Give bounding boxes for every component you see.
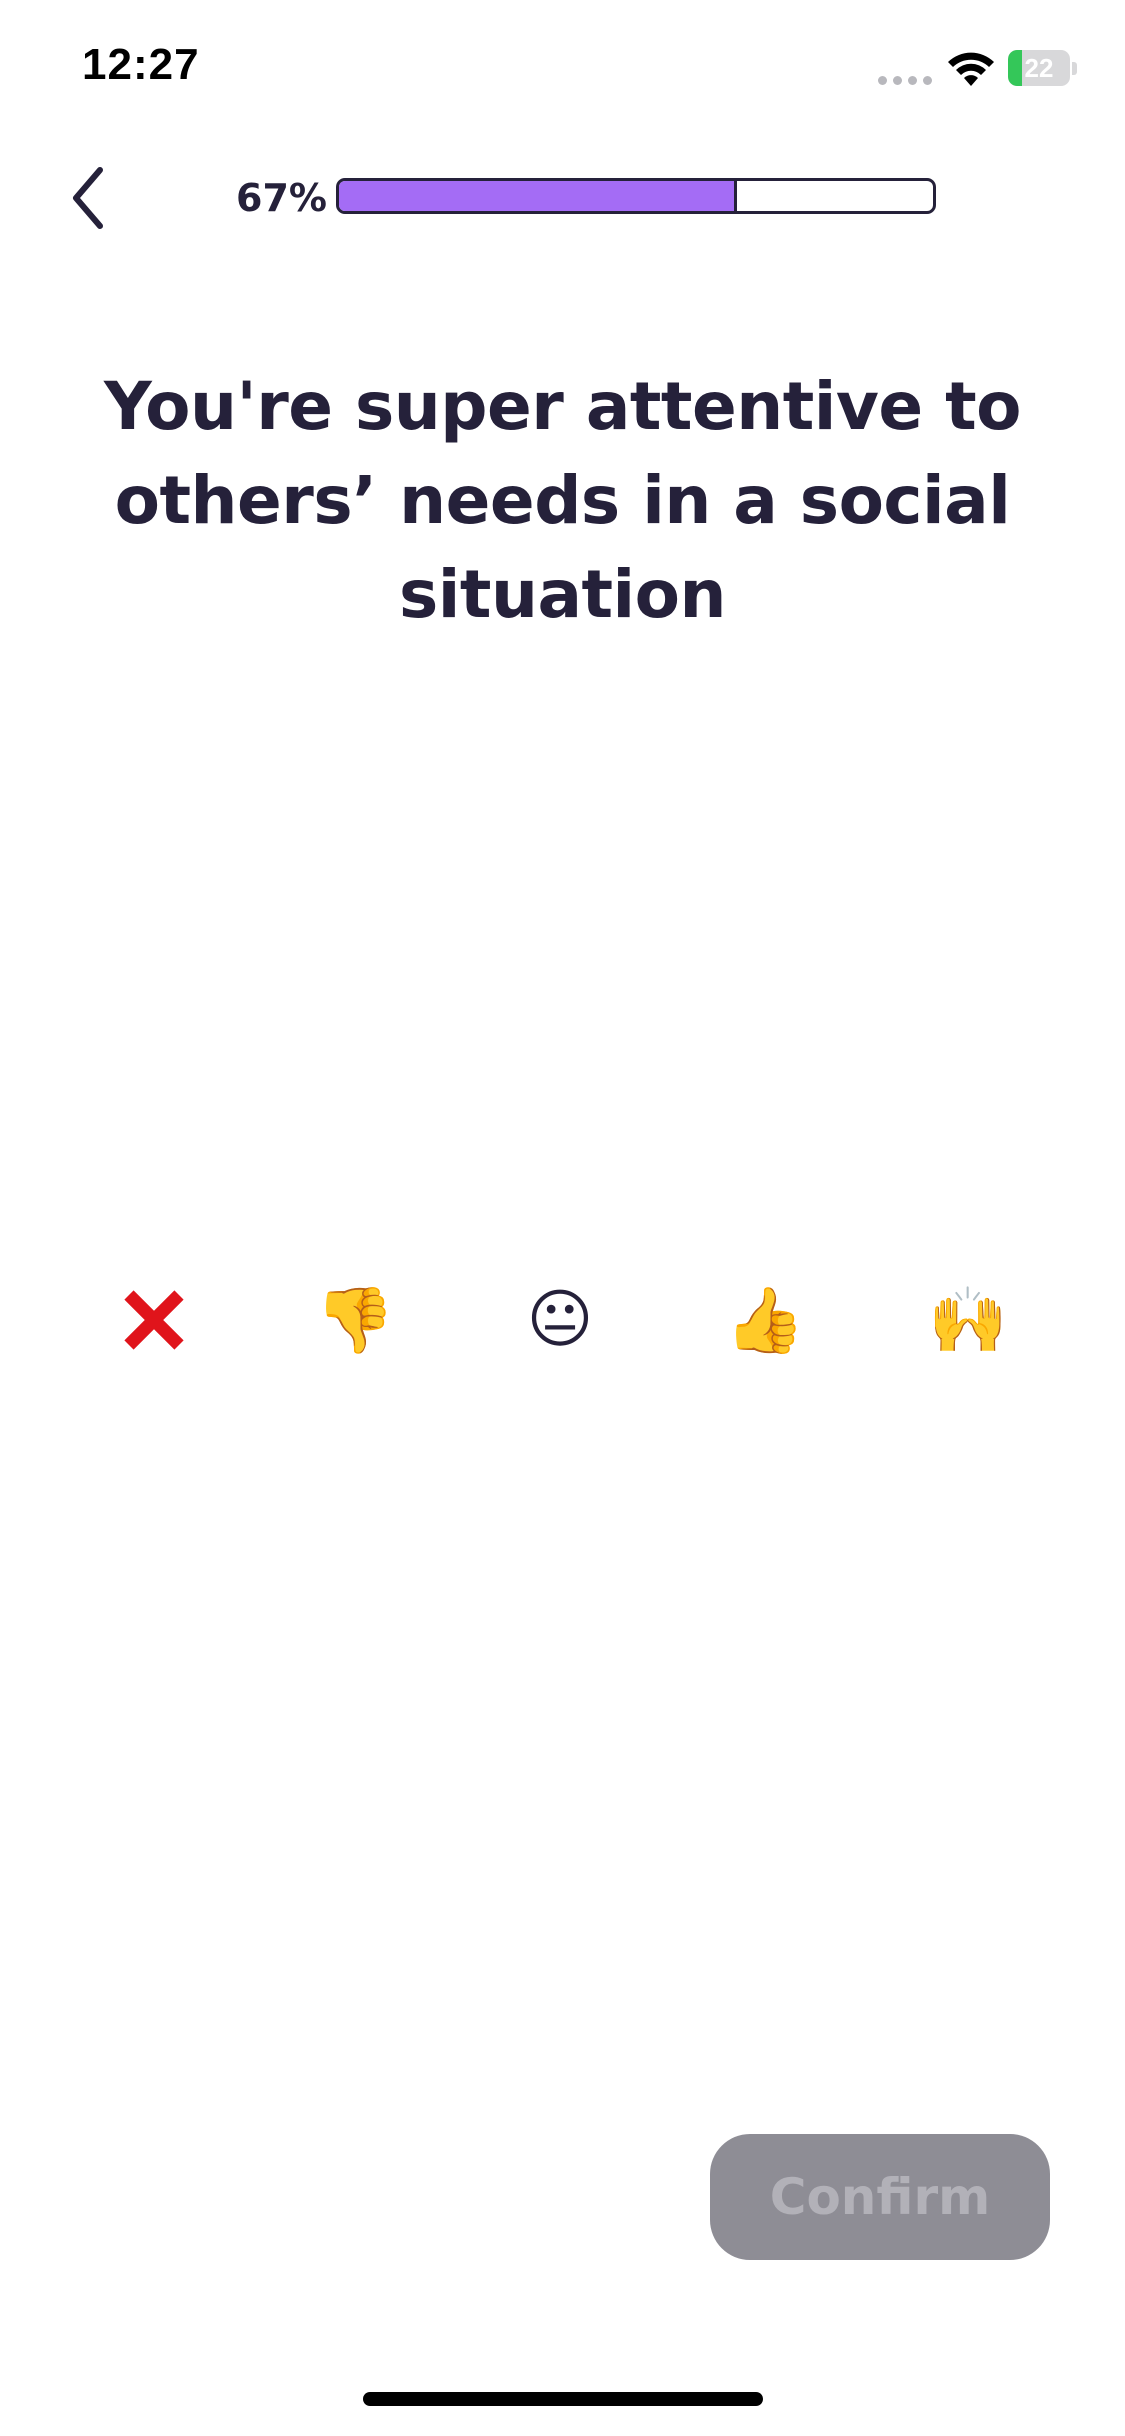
option-agree[interactable]: 👍: [715, 1270, 815, 1370]
cellular-signal-icon: [878, 76, 932, 85]
progress-bar: [336, 178, 936, 214]
battery-icon: 22: [1008, 50, 1078, 88]
thumbs-up-icon: 👍: [725, 1283, 805, 1358]
confirm-button[interactable]: Confirm: [710, 2134, 1050, 2260]
neutral-face-icon: 😐: [526, 1283, 594, 1357]
option-disagree[interactable]: 👎: [305, 1270, 405, 1370]
answer-options: 👎 😐 👍 🙌: [0, 1270, 1125, 1370]
status-time: 12:27: [82, 40, 200, 89]
question-text: You're super attentive to others’ needs …: [103, 368, 1022, 633]
thumbs-down-icon: 👎: [315, 1283, 395, 1358]
cross-mark-icon: [124, 1290, 184, 1350]
back-button[interactable]: [58, 160, 118, 236]
raising-hands-icon: 🙌: [928, 1283, 1008, 1358]
option-neutral[interactable]: 😐: [510, 1270, 610, 1370]
progress-percentage: 67%: [236, 176, 327, 220]
option-strongly-disagree[interactable]: [104, 1270, 204, 1370]
option-strongly-agree[interactable]: 🙌: [918, 1270, 1018, 1370]
wifi-icon: [948, 52, 994, 86]
chevron-left-icon: [73, 167, 103, 229]
battery-level: 22: [1024, 53, 1054, 83]
home-indicator: [363, 2392, 763, 2406]
progress-bar-fill: [339, 181, 737, 211]
